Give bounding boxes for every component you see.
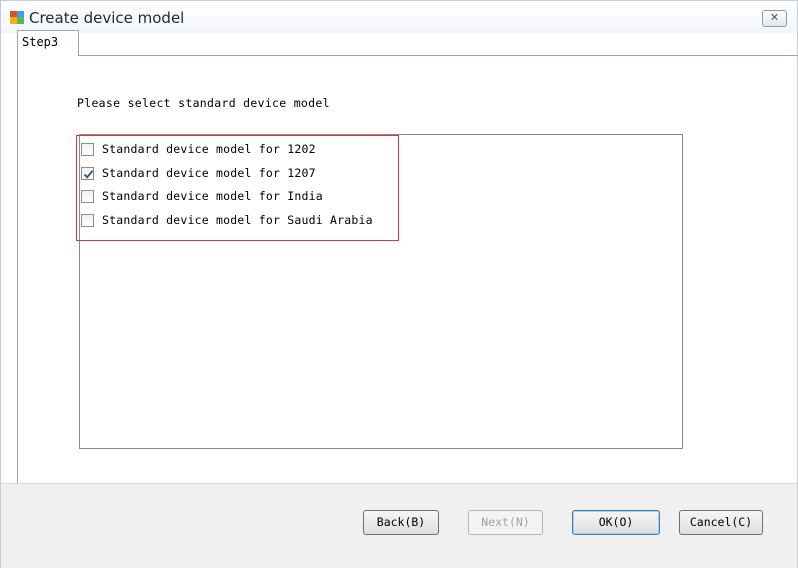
next-button[interactable]: Next(N)	[468, 510, 543, 535]
tab-step3[interactable]: Step3	[17, 30, 79, 56]
back-button[interactable]: Back(B)	[363, 510, 439, 535]
highlight-box	[76, 135, 399, 241]
create-device-model-window: Create device model ✕ Step3 Please selec…	[0, 0, 798, 568]
cancel-button[interactable]: Cancel(C)	[679, 510, 763, 535]
ok-button[interactable]: OK(O)	[572, 510, 660, 535]
instruction-text: Please select standard device model	[77, 96, 330, 110]
tab-label: Step3	[22, 35, 59, 49]
app-window-icon	[10, 11, 24, 24]
close-button[interactable]: ✕	[762, 10, 787, 27]
title-bar[interactable]: Create device model ✕	[1, 1, 797, 33]
close-icon: ✕	[769, 12, 780, 24]
window-title: Create device model	[29, 9, 185, 27]
